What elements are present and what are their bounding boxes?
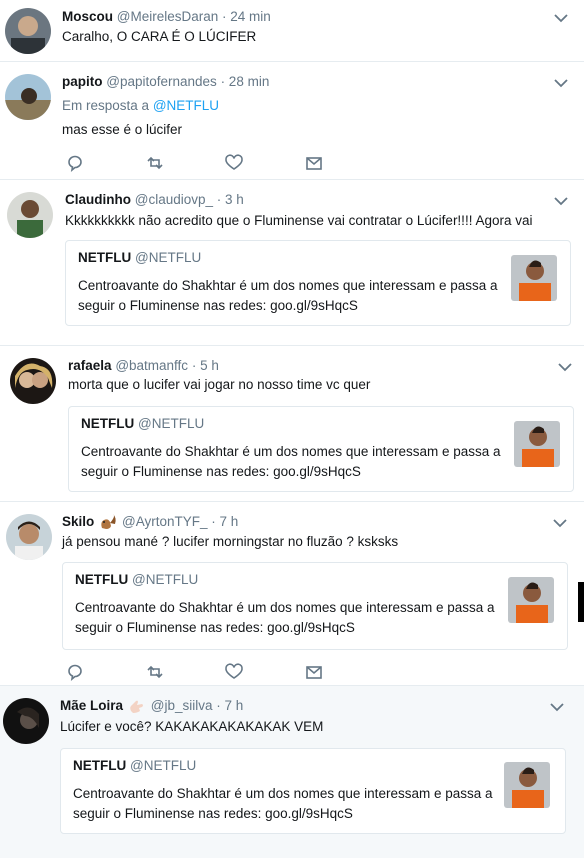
user-name[interactable]: rafaela: [68, 358, 112, 373]
reply-icon[interactable]: [65, 662, 85, 682]
user-handle[interactable]: @papitofernandes: [106, 74, 217, 89]
quoted-user-handle: @NETFLU: [130, 758, 197, 773]
tweet-header: Claudinho @claudiovp_ · 3 h: [65, 192, 244, 207]
avatar[interactable]: [10, 358, 56, 404]
quoted-tweet[interactable]: NETFLU @NETFLU Centroavante do Shakhtar …: [65, 240, 571, 326]
quoted-header: NETFLU @NETFLU: [78, 250, 201, 265]
tweet[interactable]: Moscou @MeirelesDaran · 24 min Caralho, …: [0, 0, 584, 62]
envelope-icon[interactable]: [304, 153, 324, 173]
quoted-user-handle: @NETFLU: [138, 416, 205, 431]
chevron-down-icon[interactable]: [551, 514, 569, 532]
tweet[interactable]: Skilo @AyrtonTYF_ · 7 h já pensou mané ?…: [0, 502, 584, 686]
chevron-down-icon[interactable]: [552, 9, 570, 27]
quoted-header: NETFLU @NETFLU: [81, 416, 204, 431]
quoted-thumbnail: [504, 762, 550, 808]
tweet-header: Mãe Loira @jb_siilva · 7 h: [60, 698, 243, 714]
timestamp[interactable]: · 7 h: [216, 698, 243, 713]
retweet-icon[interactable]: [145, 153, 165, 173]
user-name[interactable]: Skilo: [62, 514, 94, 529]
squirrel-emoji-icon: [101, 514, 116, 530]
tweet[interactable]: rafaela @batmanffc · 5 h morta que o luc…: [0, 346, 584, 502]
reply-context: Em resposta a @NETFLU: [62, 98, 219, 113]
quoted-thumbnail: [508, 577, 554, 623]
quoted-tweet[interactable]: NETFLU @NETFLU Centroavante do Shakhtar …: [62, 562, 568, 650]
quoted-text: Centroavante do Shakhtar é um dos nomes …: [78, 278, 498, 313]
reply-icon[interactable]: [65, 153, 85, 173]
retweet-icon[interactable]: [145, 662, 165, 682]
tweet-header: rafaela @batmanffc · 5 h: [68, 358, 219, 373]
tweet[interactable]: Mãe Loira @jb_siilva · 7 h Lúcifer e voc…: [0, 686, 584, 858]
avatar[interactable]: [7, 192, 53, 238]
tweet-text: Kkkkkkkkkk não acredito que o Fluminense…: [65, 213, 533, 228]
tweet-text: Caralho, O CARA É O LÚCIFER: [62, 29, 257, 44]
quoted-user-name: NETFLU: [78, 250, 132, 265]
user-handle[interactable]: @batmanffc: [115, 358, 188, 373]
tweet[interactable]: papito @papitofernandes · 28 min Em resp…: [0, 62, 584, 180]
timestamp[interactable]: · 3 h: [217, 192, 244, 207]
quoted-user-name: NETFLU: [75, 572, 129, 587]
chevron-down-icon[interactable]: [552, 192, 570, 210]
quoted-header: NETFLU @NETFLU: [75, 572, 198, 587]
heart-icon[interactable]: [224, 662, 244, 682]
timestamp[interactable]: · 24 min: [222, 9, 271, 24]
tweet-header: Moscou @MeirelesDaran · 24 min: [62, 9, 271, 24]
tweet-header: papito @papitofernandes · 28 min: [62, 74, 269, 89]
reply-prefix: Em resposta a: [62, 98, 150, 113]
tweet-text: já pensou mané ? lucifer morningstar no …: [62, 534, 399, 549]
quoted-text: Centroavante do Shakhtar é um dos nomes …: [81, 444, 501, 479]
user-name[interactable]: papito: [62, 74, 103, 89]
avatar[interactable]: [6, 514, 52, 560]
user-name[interactable]: Moscou: [62, 9, 113, 24]
envelope-icon[interactable]: [304, 662, 324, 682]
avatar[interactable]: [5, 74, 51, 120]
quoted-text: Centroavante do Shakhtar é um dos nomes …: [73, 786, 493, 821]
chevron-down-icon[interactable]: [552, 74, 570, 92]
quoted-user-handle: @NETFLU: [135, 250, 202, 265]
quoted-thumbnail: [514, 421, 560, 467]
timestamp[interactable]: · 28 min: [221, 74, 270, 89]
tweet-text: Lúcifer e você? KAKAKAKAKAKAKAK VEM: [60, 719, 324, 734]
avatar[interactable]: [3, 698, 49, 744]
quoted-text: Centroavante do Shakhtar é um dos nomes …: [75, 600, 495, 635]
reply-to-link[interactable]: @NETFLU: [153, 98, 219, 113]
quoted-user-handle: @NETFLU: [132, 572, 199, 587]
user-handle[interactable]: @MeirelesDaran: [117, 9, 219, 24]
heart-icon[interactable]: [224, 153, 244, 173]
tweet[interactable]: Claudinho @claudiovp_ · 3 h Kkkkkkkkkk n…: [0, 180, 584, 346]
timestamp[interactable]: · 5 h: [192, 358, 219, 373]
quoted-thumbnail: [511, 255, 557, 301]
scrollbar[interactable]: [578, 582, 584, 622]
hand-emoji-icon: [130, 701, 144, 714]
user-handle[interactable]: @claudiovp_: [135, 192, 213, 207]
avatar[interactable]: [5, 8, 51, 54]
user-handle[interactable]: @AyrtonTYF_: [122, 514, 207, 529]
tweet-text: morta que o lucifer vai jogar no nosso t…: [68, 377, 371, 392]
quoted-user-name: NETFLU: [81, 416, 135, 431]
quoted-tweet[interactable]: NETFLU @NETFLU Centroavante do Shakhtar …: [68, 406, 574, 492]
user-handle[interactable]: @jb_siilva: [151, 698, 213, 713]
user-name[interactable]: Mãe Loira: [60, 698, 123, 713]
chevron-down-icon[interactable]: [548, 698, 566, 716]
timestamp[interactable]: · 7 h: [211, 514, 238, 529]
tweet-header: Skilo @AyrtonTYF_ · 7 h: [62, 514, 238, 530]
quoted-user-name: NETFLU: [73, 758, 127, 773]
quoted-tweet[interactable]: NETFLU @NETFLU Centroavante do Shakhtar …: [60, 748, 566, 834]
tweet-text: mas esse é o lúcifer: [62, 122, 183, 137]
user-name[interactable]: Claudinho: [65, 192, 131, 207]
chevron-down-icon[interactable]: [556, 358, 574, 376]
quoted-header: NETFLU @NETFLU: [73, 758, 196, 773]
